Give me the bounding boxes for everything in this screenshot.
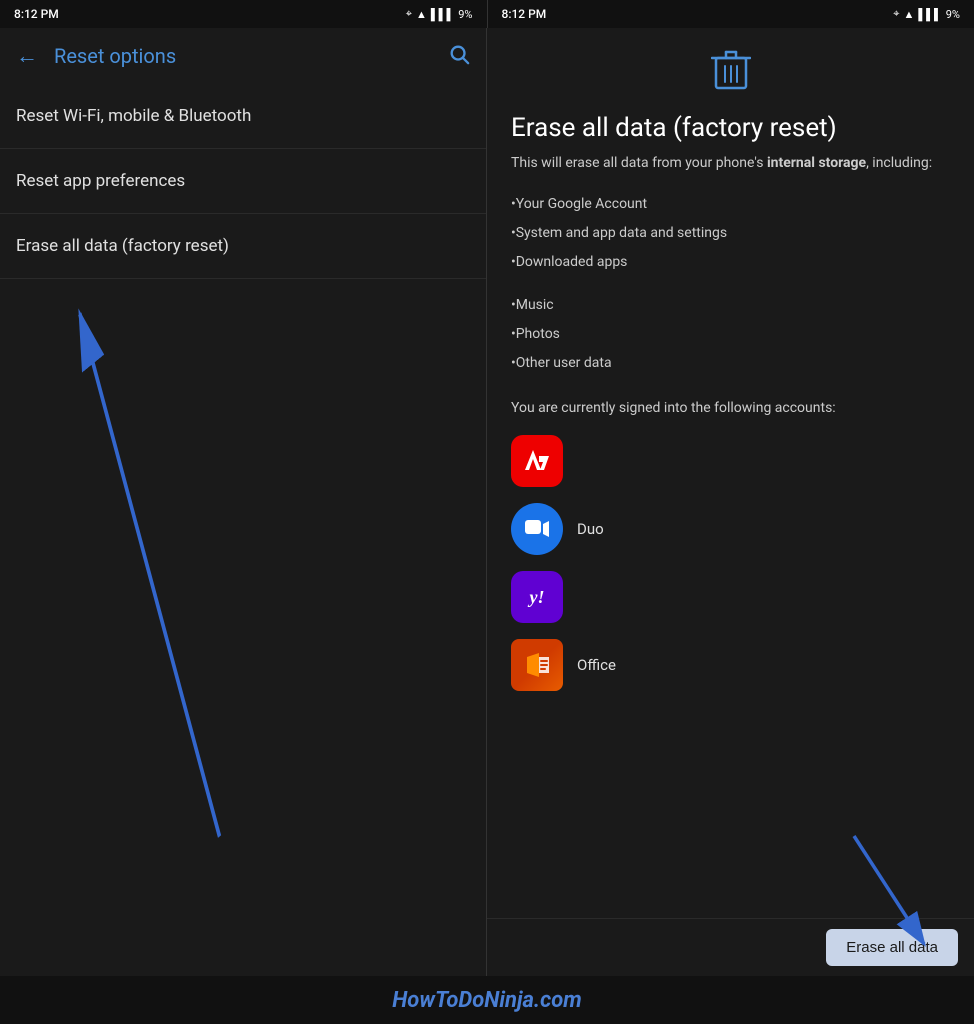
signal-icon: ▌▌▌ — [431, 8, 454, 21]
bluetooth-icon-r: ⌖ — [893, 7, 899, 21]
trash-icon — [711, 48, 751, 101]
menu-item-factory-reset[interactable]: Erase all data (factory reset) — [0, 214, 486, 279]
watermark-bar: HowToDoNinja.com — [0, 976, 974, 1024]
account-office-row: Office — [511, 639, 950, 691]
toolbar: ← Reset options — [0, 28, 486, 84]
account-adobe-row — [511, 435, 950, 487]
factory-reset-title: Erase all data (factory reset) — [511, 113, 950, 143]
bluetooth-icon: ⌖ — [406, 7, 412, 21]
data-item-userdata: •Other user data — [511, 349, 950, 378]
wifi-icon-r: ▲ — [903, 8, 914, 21]
battery-label: 9% — [458, 8, 472, 21]
back-button[interactable]: ← — [16, 43, 38, 69]
duo-label: Duo — [577, 520, 604, 538]
factory-reset-content: Erase all data (factory reset) This will… — [487, 28, 974, 976]
battery-label-r: 9% — [946, 8, 960, 21]
time-right: 8:12 PM — [502, 7, 547, 21]
screens-container: ← Reset options Reset Wi-Fi, mobile & Bl… — [0, 28, 974, 976]
menu-list: Reset Wi-Fi, mobile & Bluetooth Reset ap… — [0, 84, 486, 976]
erase-all-data-button[interactable]: Erase all data — [826, 929, 958, 966]
menu-item-wifi[interactable]: Reset Wi-Fi, mobile & Bluetooth — [0, 84, 486, 149]
account-yahoo-row: y! — [511, 571, 950, 623]
adobe-icon — [511, 435, 563, 487]
data-item-apps: •Downloaded apps — [511, 248, 950, 277]
status-icons-right: ⌖ ▲ ▌▌▌ 9% — [893, 7, 960, 21]
yahoo-icon: y! — [511, 571, 563, 623]
office-icon — [511, 639, 563, 691]
data-item-music: •Music — [511, 291, 950, 320]
status-bar: 8:12 PM ⌖ ▲ ▌▌▌ 9% 8:12 PM ⌖ ▲ ▌▌▌ 9% — [0, 0, 974, 28]
status-bar-left: 8:12 PM ⌖ ▲ ▌▌▌ 9% — [0, 0, 487, 28]
time-left: 8:12 PM — [14, 7, 59, 21]
screen-left: ← Reset options Reset Wi-Fi, mobile & Bl… — [0, 28, 487, 976]
factory-reset-description: This will erase all data from your phone… — [511, 153, 950, 174]
trash-icon-container — [511, 48, 950, 101]
watermark-text: HowToDoNinja.com — [392, 988, 582, 1013]
screen-right[interactable]: Erase all data (factory reset) This will… — [487, 28, 974, 976]
bottom-bar: Erase all data — [487, 918, 974, 976]
office-label: Office — [577, 656, 616, 674]
account-duo-row: Duo — [511, 503, 950, 555]
wifi-icon: ▲ — [416, 8, 427, 21]
accounts-description: You are currently signed into the follow… — [511, 398, 950, 419]
search-button[interactable] — [448, 43, 470, 70]
accounts-section: You are currently signed into the follow… — [511, 398, 950, 691]
data-item-google: •Your Google Account — [511, 190, 950, 219]
annotation-layer-left — [0, 279, 486, 976]
toolbar-title: Reset options — [54, 44, 448, 68]
signal-icon-r: ▌▌▌ — [918, 8, 941, 21]
status-icons-left: ⌖ ▲ ▌▌▌ 9% — [406, 7, 473, 21]
data-item-photos: •Photos — [511, 320, 950, 349]
menu-item-app-prefs[interactable]: Reset app preferences — [0, 149, 486, 214]
data-item-system: •System and app data and settings — [511, 219, 950, 248]
duo-icon — [511, 503, 563, 555]
status-bar-right: 8:12 PM ⌖ ▲ ▌▌▌ 9% — [487, 0, 974, 28]
data-items-list: •Your Google Account •System and app dat… — [511, 190, 950, 378]
